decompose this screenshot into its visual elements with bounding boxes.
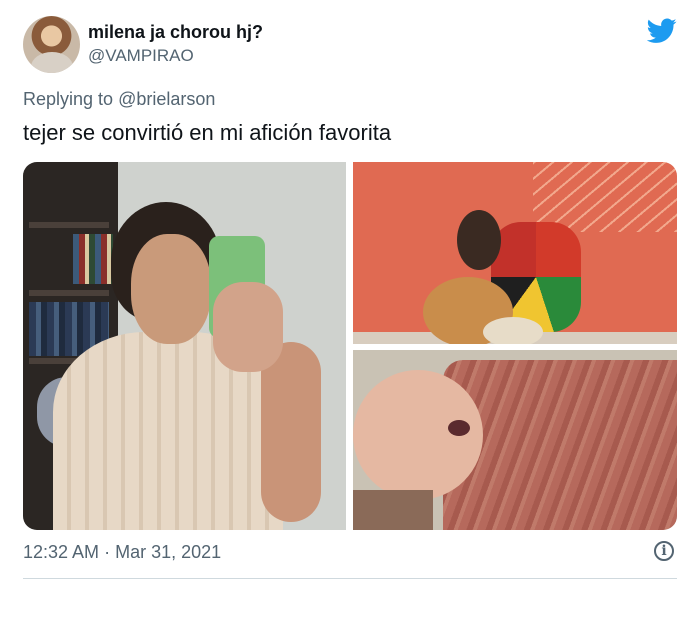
tweet-card: milena ja chorou hj? @VAMPIRAO Replying … — [0, 0, 700, 633]
tweet-date: Mar 31, 2021 — [115, 542, 222, 562]
timestamp-separator: · — [104, 542, 111, 562]
tweet-time: 12:32 AM — [23, 542, 100, 562]
media-grid — [23, 162, 677, 530]
photo-hand — [213, 282, 283, 372]
media-photo-1[interactable] — [23, 162, 346, 530]
photo-dog-body — [483, 317, 543, 344]
divider — [23, 578, 677, 579]
info-icon[interactable]: i — [654, 541, 674, 561]
photo-arm — [261, 342, 321, 522]
twitter-bird-icon[interactable] — [647, 18, 677, 44]
media-photo-3[interactable] — [353, 350, 677, 530]
reply-context: Replying to @brielarson — [23, 89, 215, 110]
media-photo-2[interactable] — [353, 162, 677, 344]
photo-fabric — [353, 490, 433, 530]
reply-user-link[interactable]: @brielarson — [118, 89, 215, 109]
photo-face — [131, 234, 211, 344]
photo-nail — [448, 420, 470, 436]
photo-person — [457, 210, 501, 270]
tweet-text: tejer se convirtió en mi afición favorit… — [23, 120, 392, 145]
photo-books — [73, 234, 113, 284]
display-name[interactable]: milena ja chorou hj? — [88, 22, 263, 43]
reply-prefix: Replying to — [23, 89, 114, 109]
tweet-timestamp[interactable]: 12:32 AM · Mar 31, 2021 — [23, 542, 221, 563]
avatar-figure — [31, 52, 73, 73]
username[interactable]: @VAMPIRAO — [88, 46, 194, 66]
avatar[interactable] — [23, 16, 80, 73]
